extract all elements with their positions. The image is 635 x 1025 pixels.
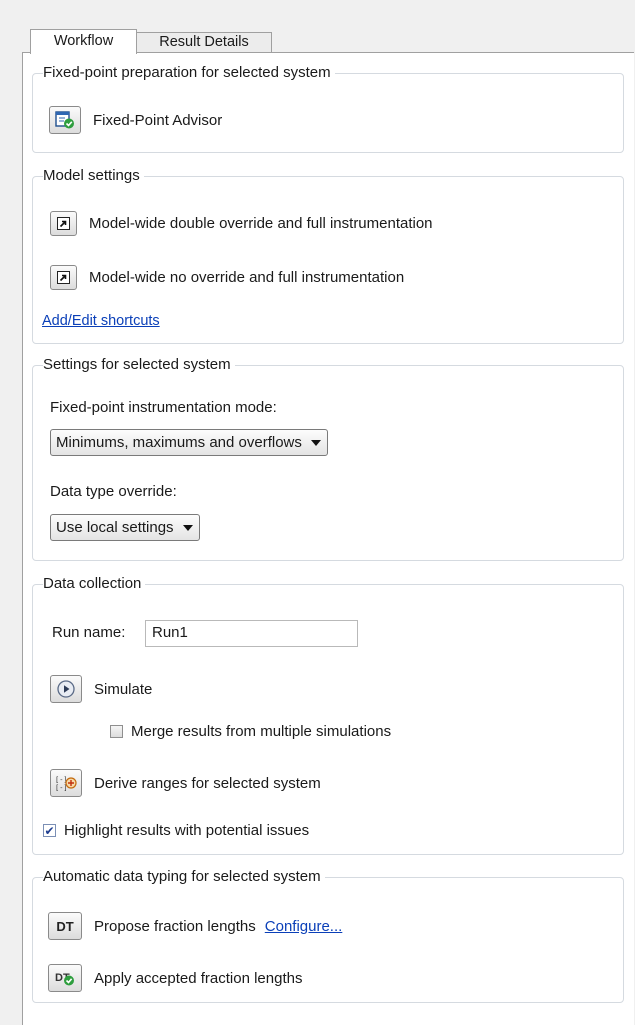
configure-link[interactable]: Configure... <box>265 918 343 935</box>
propose-fraction-lengths-button[interactable]: DT <box>48 912 82 940</box>
derive-ranges-label[interactable]: Derive ranges for selected system <box>94 775 321 792</box>
model-settings-group: Model settings Model-wide double overrid… <box>32 166 624 344</box>
instrumentation-mode-label: Fixed-point instrumentation mode: <box>50 399 277 416</box>
shortcut-row-2: Model-wide no override and full instrume… <box>50 265 404 290</box>
tab-result-details[interactable]: Result Details <box>136 32 272 53</box>
propose-fraction-lengths-label[interactable]: Propose fraction lengths <box>94 918 256 935</box>
group-legend: Settings for selected system <box>43 355 235 375</box>
data-collection-group: Data collection Run name: Run1 Simulate … <box>32 574 624 855</box>
shortcut-row-1: Model-wide double override and full inst… <box>50 211 433 236</box>
shortcut-no-override-label[interactable]: Model-wide no override and full instrume… <box>89 269 404 286</box>
play-icon <box>57 680 75 698</box>
highlight-results-label[interactable]: Highlight results with potential issues <box>64 822 309 839</box>
dropdown-caret-icon <box>182 524 193 531</box>
fixed-point-advisor-label[interactable]: Fixed-Point Advisor <box>93 112 222 129</box>
group-legend: Model settings <box>43 166 144 186</box>
shortcut-arrow-icon <box>57 271 70 284</box>
highlight-results-checkbox[interactable]: ✔ <box>43 824 56 837</box>
add-edit-shortcuts-link[interactable]: Add/Edit shortcuts <box>42 313 160 329</box>
fixed-point-advisor-row: Fixed-Point Advisor <box>49 106 222 134</box>
data-type-override-dropdown[interactable]: Use local settings <box>50 514 200 541</box>
simulate-label[interactable]: Simulate <box>94 681 152 698</box>
advisor-icon <box>55 111 74 129</box>
apply-fraction-lengths-button[interactable]: DT <box>48 964 82 992</box>
group-legend: Fixed-point preparation for selected sys… <box>43 63 335 83</box>
shortcut-double-override-label[interactable]: Model-wide double override and full inst… <box>89 215 433 232</box>
instrumentation-mode-dropdown[interactable]: Minimums, maximums and overflows <box>50 429 328 456</box>
simulate-button[interactable] <box>50 675 82 703</box>
merge-results-row: Merge results from multiple simulations <box>110 723 391 740</box>
run-name-label: Run name: <box>52 624 126 641</box>
run-name-input[interactable]: Run1 <box>145 620 358 647</box>
group-legend: Automatic data typing for selected syste… <box>43 867 325 887</box>
tab-workflow[interactable]: Workflow <box>30 29 137 54</box>
merge-results-checkbox[interactable] <box>110 725 123 738</box>
propose-fraction-lengths-row: DT Propose fraction lengths Configure... <box>48 912 342 940</box>
automatic-data-typing-group: Automatic data typing for selected syste… <box>32 867 624 1003</box>
shortcut-no-override-button[interactable] <box>50 265 77 290</box>
svg-text:[-]: [-] <box>55 784 68 792</box>
fixed-point-preparation-group: Fixed-point preparation for selected sys… <box>32 63 624 153</box>
shortcut-arrow-icon <box>57 217 70 230</box>
settings-for-selected-system-group: Settings for selected system Fixed-point… <box>32 355 624 561</box>
apply-fraction-lengths-label[interactable]: Apply accepted fraction lengths <box>94 970 302 987</box>
highlight-results-row: ✔ Highlight results with potential issue… <box>43 822 309 839</box>
instrumentation-mode-value: Minimums, maximums and overflows <box>56 434 302 451</box>
dropdown-caret-icon <box>310 439 321 446</box>
apply-fraction-lengths-row: DT Apply accepted fraction lengths <box>48 964 302 992</box>
fixed-point-advisor-button[interactable] <box>49 106 81 134</box>
merge-results-label[interactable]: Merge results from multiple simulations <box>131 723 391 740</box>
derive-ranges-icon: [-] [-] <box>55 776 77 792</box>
group-legend: Data collection <box>43 574 146 594</box>
data-type-override-label: Data type override: <box>50 483 177 500</box>
derive-ranges-row: [-] [-] Derive ranges for selected syste… <box>50 769 321 797</box>
data-type-override-value: Use local settings <box>56 519 174 536</box>
derive-ranges-button[interactable]: [-] [-] <box>50 769 82 797</box>
simulate-row: Simulate <box>50 675 152 703</box>
apply-dt-check-icon: DT <box>55 972 74 986</box>
shortcut-double-override-button[interactable] <box>50 211 77 236</box>
